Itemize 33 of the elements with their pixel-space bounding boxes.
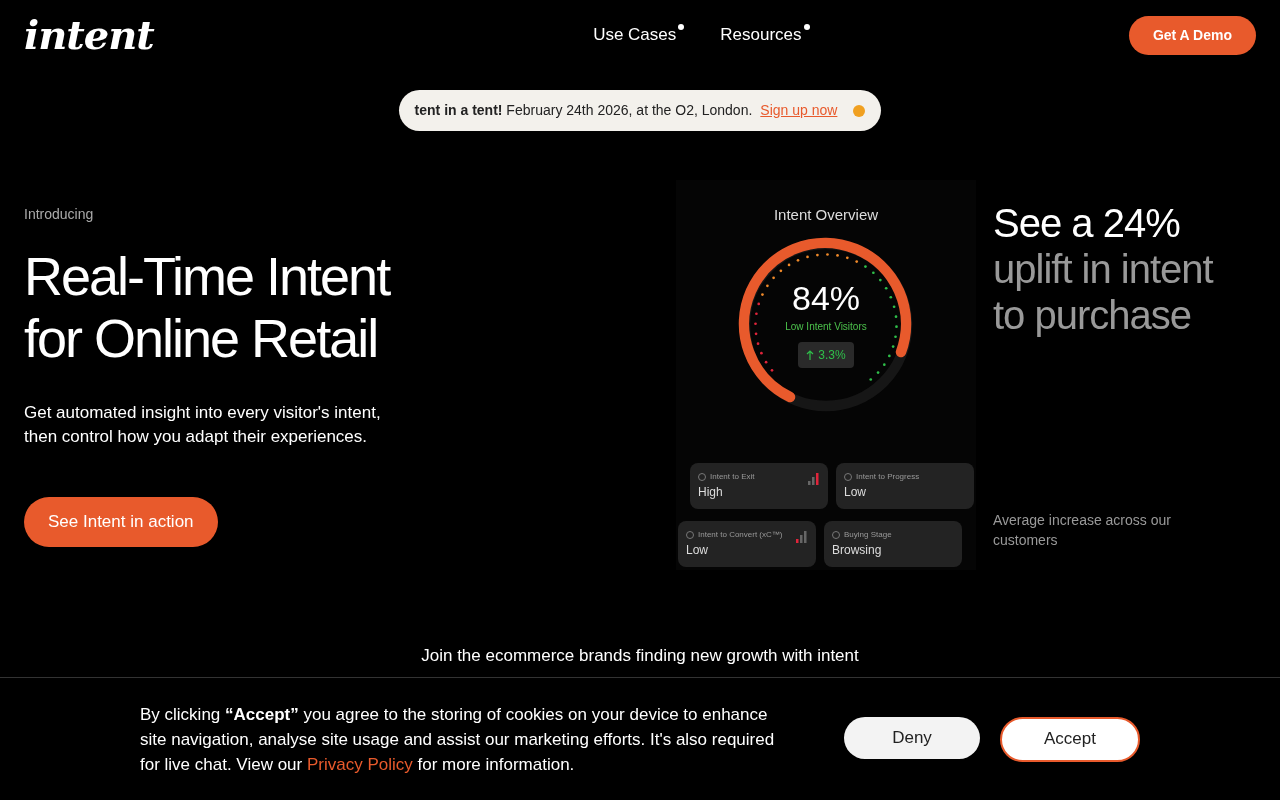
action-button[interactable]: See Intent in action	[24, 497, 218, 547]
stat-subline: uplift in intent to purchase	[993, 246, 1213, 338]
signal-bars-icon	[796, 528, 808, 543]
change-badge: 3.3%	[798, 342, 854, 368]
gauge-value: 84%	[791, 281, 861, 315]
announcement-text: tent in a tent! February 24th 2026, at the O2, London.	[414, 101, 753, 120]
signal-bars-icon	[808, 470, 820, 485]
gauge-caption: Low Intent Visitors	[785, 320, 867, 334]
metric-value: Low	[844, 483, 867, 501]
nav-link[interactable]: Resources	[720, 22, 810, 48]
up-arrow-icon	[806, 350, 815, 360]
metric-label: Buying Stage	[844, 528, 892, 541]
demo-button[interactable]: Get A Demo	[1128, 15, 1256, 55]
stat-note: Average increase across our customers	[993, 511, 1172, 550]
metric-label: Intent to Progress	[856, 470, 920, 483]
logo[interactable]: intent	[24, 15, 154, 55]
dashboard-title: Intent Overview	[773, 205, 879, 225]
hero-title: Real-Time Intent for Online Retail	[24, 245, 391, 369]
stat-headline: See a 24%	[993, 200, 1181, 246]
metric-value: Browsing	[832, 541, 883, 559]
cookie-text: By clicking “Accept” you agree to the storing of cookies on your device to enhance site navigation, analyse site usage and assist our marketing efforts. It's also required for live chat. View our Privacy Policy for more information.	[140, 703, 776, 776]
brands-heading: Join the ecommerce brands finding new growth with intent	[420, 645, 860, 667]
metric-value: High	[698, 483, 724, 501]
metric-label: Intent to Exit	[710, 470, 755, 483]
emoji-icon	[853, 104, 866, 117]
eyebrow-text: Introducing	[24, 205, 95, 224]
nav-link[interactable]: Use Cases	[593, 22, 685, 48]
metric-value: Low	[686, 541, 709, 559]
accept-button[interactable]: Accept	[1000, 716, 1140, 762]
hero-description: Get automated insight into every visitor's intent, then control how you adapt their experiences.	[24, 402, 382, 448]
metric-label: Intent to Convert (xC™)	[698, 528, 783, 541]
privacy-link[interactable]: Privacy Policy	[306, 754, 413, 774]
deny-button[interactable]: Deny	[844, 716, 980, 759]
